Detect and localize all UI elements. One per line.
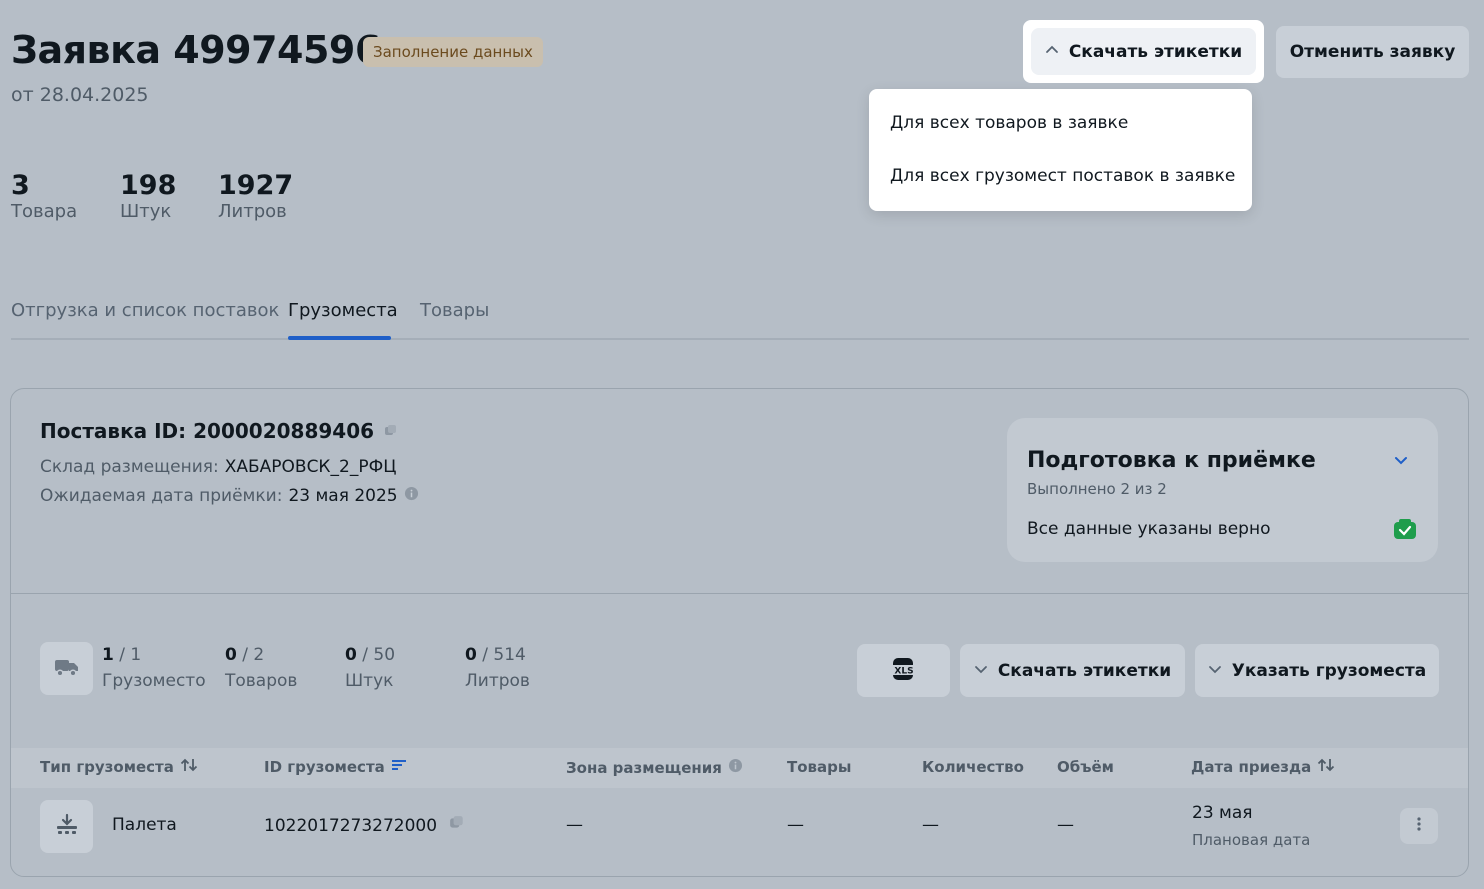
- column-header-label: Тип грузоместа: [40, 758, 174, 776]
- chevron-down-icon: [1208, 661, 1222, 681]
- column-header-label: Зона размещения: [566, 758, 722, 777]
- counter-goods: 0 / 2 Товаров: [225, 645, 297, 691]
- chevron-down-icon[interactable]: [1393, 452, 1409, 472]
- status-badge: Заполнение данных: [363, 37, 543, 67]
- specify-places-button[interactable]: Указать грузоместа: [1195, 644, 1439, 697]
- chevron-down-icon: [974, 661, 988, 681]
- counter-label: Штук: [345, 671, 394, 691]
- download-labels-button-wrapper: Скачать этикетки: [1023, 20, 1264, 83]
- download-labels-label: Скачать этикетки: [1068, 41, 1243, 62]
- column-header-label: Дата приезда: [1191, 758, 1312, 776]
- page-title: Заявка 49974596: [11, 28, 381, 72]
- prep-check-row: Все данные указаны верно: [1027, 519, 1271, 539]
- stat-label: Литров: [218, 201, 287, 222]
- svg-text:XLS: XLS: [894, 666, 913, 676]
- counter-total: / 514: [482, 645, 526, 665]
- tabs-divider: [11, 338, 1469, 340]
- cell-goods: —: [787, 815, 804, 835]
- column-header-label: ID грузоместа: [264, 758, 385, 776]
- stat-value: 1927: [218, 170, 294, 201]
- counter-places: 1 / 1 Грузоместо: [102, 645, 206, 691]
- download-labels-supply-label: Скачать этикетки: [997, 660, 1172, 681]
- column-header-goods: Товары: [787, 758, 852, 776]
- dropdown-item-all-goods[interactable]: Для всех товаров в заявке: [869, 101, 1252, 154]
- sort-icon: [180, 758, 198, 776]
- counter-total: / 2: [242, 645, 265, 665]
- cell-id: 1022017273272000: [264, 815, 465, 836]
- download-labels-supply-button[interactable]: Скачать этикетки: [960, 644, 1185, 697]
- stat-pieces: 198 Штук: [120, 170, 176, 222]
- pallet-icon-box: [40, 800, 93, 853]
- cell-zone: —: [566, 815, 583, 835]
- stat-label: Товара: [11, 201, 78, 222]
- counter-label: Товаров: [225, 671, 298, 691]
- column-header-zone: Зона размещения: [566, 758, 743, 777]
- info-icon[interactable]: [728, 758, 743, 777]
- pallet-icon: [55, 813, 79, 841]
- counter-liters: 0 / 514 Литров: [465, 645, 530, 691]
- copy-icon[interactable]: [384, 419, 398, 443]
- kebab-menu-icon: [1417, 816, 1421, 836]
- counter-pieces: 0 / 50 Штук: [345, 645, 395, 691]
- counter-done: 0: [225, 645, 237, 665]
- prep-title: Подготовка к приёмке: [1027, 448, 1316, 473]
- xls-export-button[interactable]: XLS: [857, 644, 950, 697]
- counter-total: / 50: [362, 645, 396, 665]
- counter-label: Литров: [465, 671, 530, 691]
- sort-icon: [1317, 758, 1335, 776]
- counter-done: 1: [102, 645, 114, 665]
- column-header-type[interactable]: Тип грузоместа: [40, 758, 198, 776]
- truck-icon: [54, 657, 80, 681]
- cell-qty: —: [922, 815, 939, 835]
- cell-type: Палета: [112, 815, 177, 835]
- tab-shipment[interactable]: Отгрузка и список поставок: [11, 300, 279, 321]
- stat-label: Штук: [120, 201, 172, 222]
- column-header-volume: Объём: [1057, 758, 1114, 776]
- truck-icon-box: [40, 642, 93, 695]
- stat-value: 3: [11, 170, 30, 201]
- row-menu-button[interactable]: [1400, 808, 1438, 844]
- warehouse-label: Склад размещения:: [40, 457, 219, 477]
- cell-date-note: Плановая дата: [1192, 831, 1311, 849]
- specify-places-label: Указать грузоместа: [1231, 660, 1427, 681]
- download-labels-dropdown: Для всех товаров в заявке Для всех грузо…: [869, 89, 1252, 211]
- warehouse-line: Склад размещения: ХАБАРОВСК_2_РФЦ: [40, 457, 396, 477]
- counter-total: / 1: [119, 645, 142, 665]
- supply-id-text: Поставка ID: 2000020889406: [40, 419, 375, 443]
- request-date: от 28.04.2025: [11, 84, 149, 106]
- cargo-id-text: 1022017273272000: [264, 815, 438, 836]
- chevron-up-icon: [1045, 42, 1059, 62]
- counter-done: 0: [465, 645, 477, 665]
- column-header-date[interactable]: Дата приезда: [1191, 758, 1335, 776]
- warehouse-value: ХАБАРОВСК_2_РФЦ: [224, 457, 397, 477]
- cell-volume: —: [1057, 815, 1074, 835]
- counter-label: Грузоместо: [102, 671, 206, 691]
- column-header-qty: Количество: [922, 758, 1024, 776]
- tab-cargo-places[interactable]: Грузоместа: [288, 300, 398, 321]
- prep-panel: Подготовка к приёмке Выполнено 2 из 2 Вс…: [1007, 418, 1438, 562]
- expected-date-line: Ожидаемая дата приёмки: 23 мая 2025: [40, 486, 419, 506]
- copy-icon[interactable]: [449, 815, 465, 836]
- cancel-request-button[interactable]: Отменить заявку: [1276, 26, 1469, 78]
- sort-desc-icon: [391, 758, 407, 776]
- active-tab-indicator: [288, 336, 391, 340]
- check-box-icon: [1393, 518, 1417, 544]
- cell-date: 23 мая: [1192, 803, 1253, 823]
- xls-file-icon: XLS: [889, 656, 918, 686]
- download-labels-button[interactable]: Скачать этикетки: [1031, 28, 1256, 75]
- stat-value: 198: [120, 170, 177, 201]
- counter-done: 0: [345, 645, 357, 665]
- supply-id: Поставка ID: 2000020889406: [40, 419, 398, 443]
- tab-goods[interactable]: Товары: [420, 300, 489, 321]
- expected-date-label: Ожидаемая дата приёмки:: [40, 486, 283, 506]
- column-header-id[interactable]: ID грузоместа: [264, 758, 407, 776]
- info-icon[interactable]: [404, 486, 419, 506]
- expected-date-value: 23 мая 2025: [288, 486, 398, 506]
- dropdown-item-all-places[interactable]: Для всех грузомест поставок в заявке: [869, 154, 1252, 207]
- stat-liters: 1927 Литров: [218, 170, 293, 222]
- prep-progress: Выполнено 2 из 2: [1027, 480, 1167, 498]
- card-divider: [11, 593, 1468, 594]
- stat-goods: 3 Товара: [11, 170, 77, 222]
